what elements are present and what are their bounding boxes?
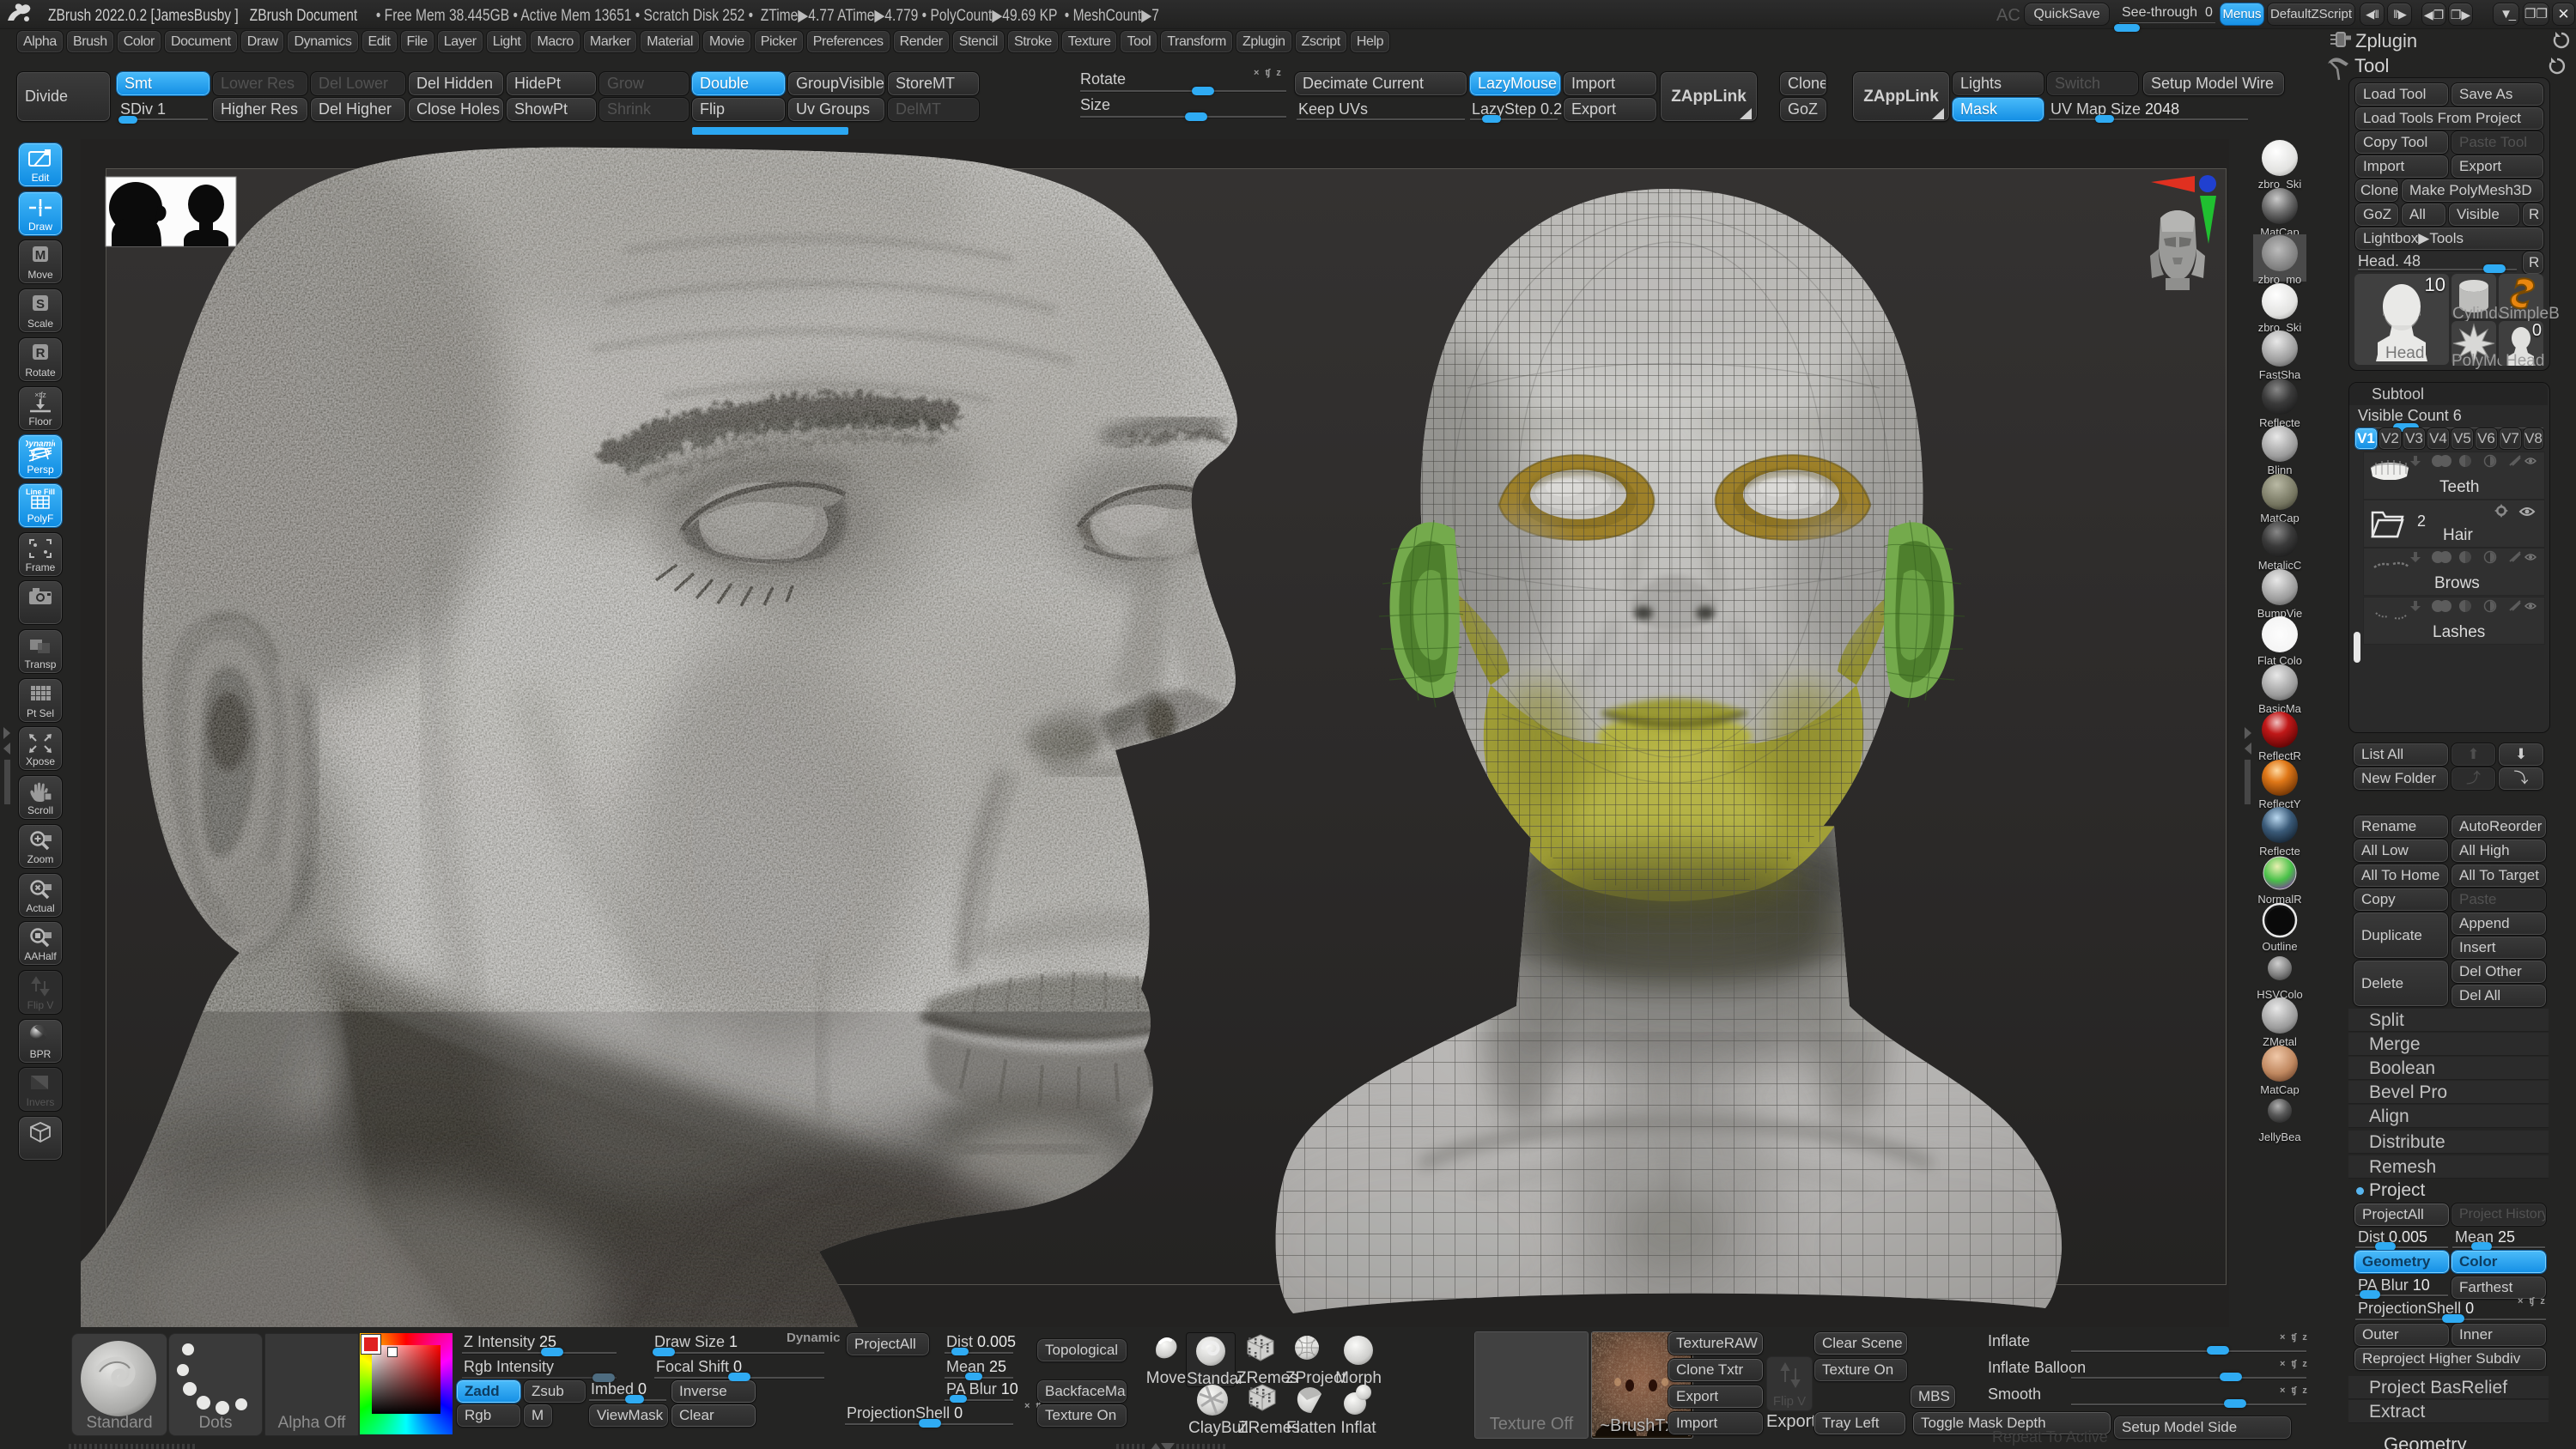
svg-text:Line Fill: Line Fill xyxy=(26,488,55,496)
svg-text:×ʧz: ×ʧz xyxy=(34,391,46,399)
svg-text:M: M xyxy=(35,248,46,263)
svg-text:R: R xyxy=(36,346,46,361)
svg-text:S: S xyxy=(36,297,45,312)
